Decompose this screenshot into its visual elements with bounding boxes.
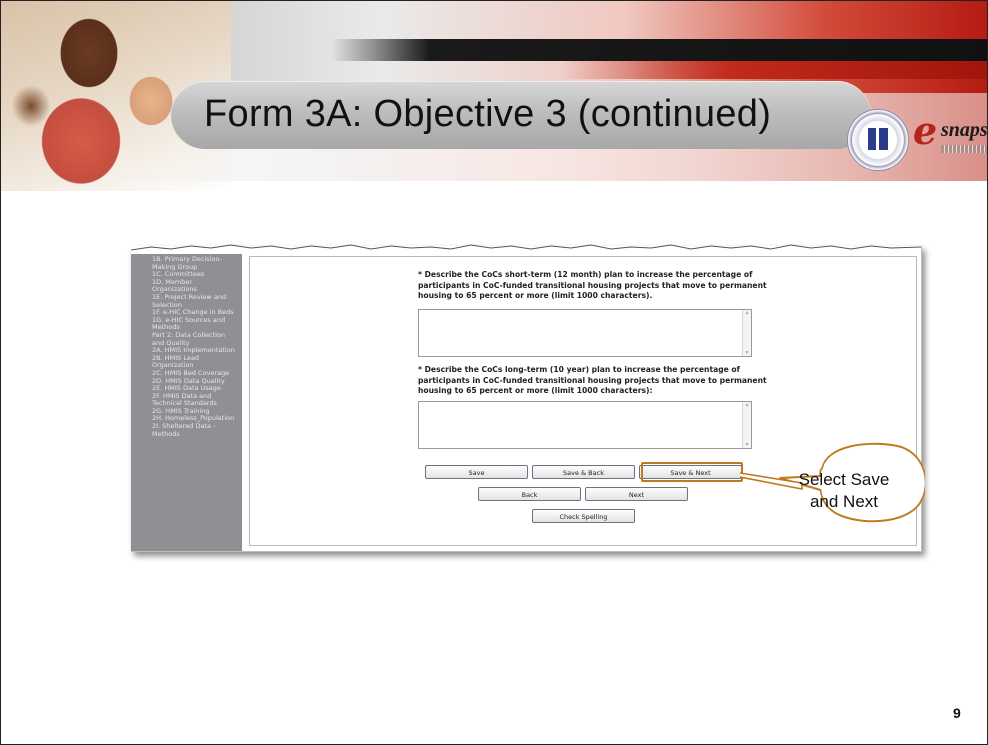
- sidebar-item[interactable]: 1E. Project Review and Selection: [131, 293, 238, 309]
- sidebar-nav: 1B. Primary Decision-Making Group 1C. Co…: [131, 254, 242, 551]
- sidebar-item[interactable]: Part 2: Data Collection and Quality: [131, 331, 238, 347]
- scroll-up-icon[interactable]: ▲: [744, 402, 750, 408]
- save-back-button[interactable]: Save & Back: [532, 465, 635, 479]
- hud-seal-logo: [847, 109, 909, 171]
- sidebar-item[interactable]: 2I. Sheltered Data - Methods: [131, 422, 238, 438]
- callout-text: Select Save and Next: [798, 470, 890, 511]
- sidebar-item[interactable]: 2F. HMIS Data and Technical Standards: [131, 392, 238, 408]
- sidebar-item[interactable]: 1G. e-HIC Sources and Methods: [131, 316, 238, 332]
- scroll-down-icon[interactable]: ▼: [744, 350, 750, 356]
- long-term-plan-textarea[interactable]: ▲ ▼: [418, 401, 752, 449]
- short-term-plan-textarea[interactable]: ▲ ▼: [418, 309, 752, 357]
- torn-edge: [131, 244, 921, 251]
- textarea-scrollbar[interactable]: ▲ ▼: [742, 402, 751, 448]
- textarea-scrollbar[interactable]: ▲ ▼: [742, 310, 751, 356]
- save-next-highlight: [641, 462, 743, 482]
- esnaps-logo: e snaps: [913, 108, 988, 153]
- scroll-down-icon[interactable]: ▼: [744, 442, 750, 448]
- slide-title: Form 3A: Objective 3 (continued): [204, 93, 772, 135]
- sidebar-item[interactable]: 1B. Primary Decision-Making Group: [131, 255, 238, 271]
- question-long-term: * Describe the CoCs long-term (10 year) …: [418, 365, 767, 395]
- question-short-term: * Describe the CoCs short-term (12 month…: [418, 270, 767, 300]
- sidebar-item[interactable]: 2B. HMIS Lead Organization: [131, 354, 238, 370]
- check-spelling-button[interactable]: Check Spelling: [532, 509, 635, 523]
- header-red-stripe: [561, 61, 987, 79]
- save-button[interactable]: Save: [425, 465, 528, 479]
- scroll-up-icon[interactable]: ▲: [744, 310, 750, 316]
- sidebar-item[interactable]: 1D. Member Organizations: [131, 278, 238, 294]
- page-number: 9: [953, 705, 961, 721]
- slide: Form 3A: Objective 3 (continued) e snaps…: [0, 0, 988, 745]
- header-black-stripe: [331, 39, 987, 61]
- back-button[interactable]: Back: [478, 487, 581, 501]
- next-button[interactable]: Next: [585, 487, 688, 501]
